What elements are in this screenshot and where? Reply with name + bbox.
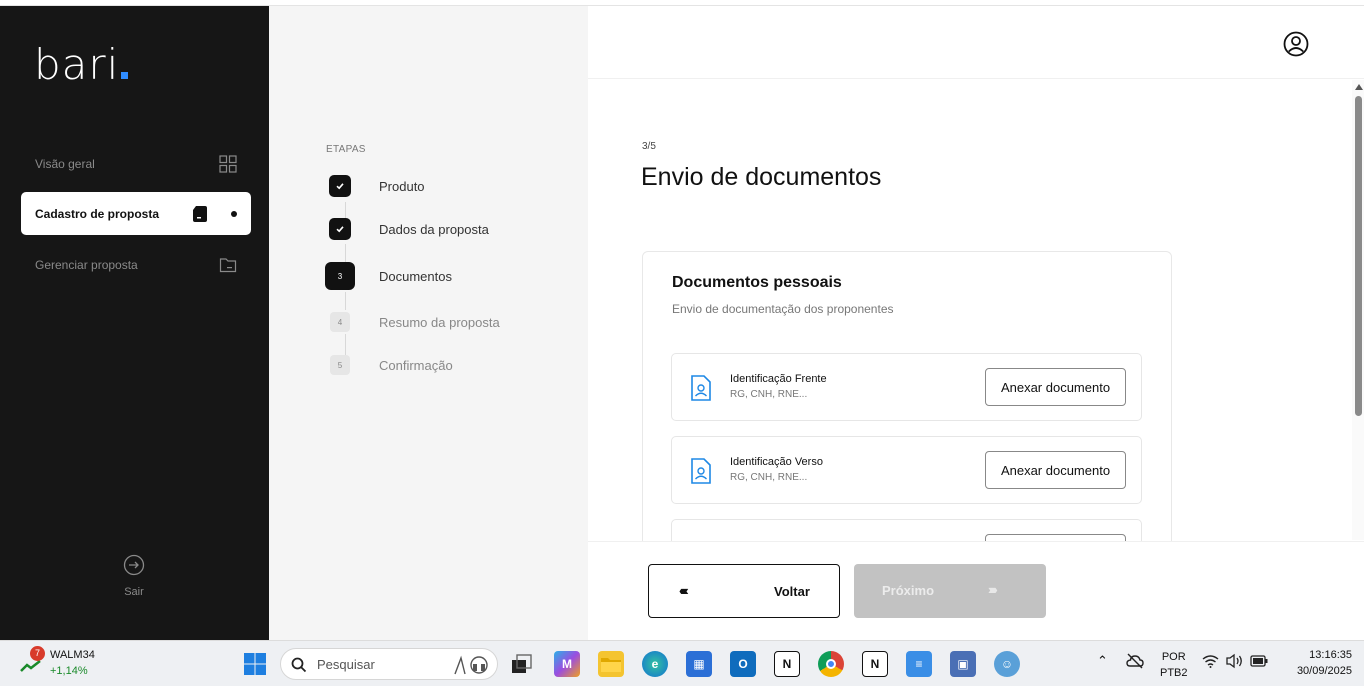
stock-name: WALM34 xyxy=(50,649,95,661)
task-view-icon[interactable] xyxy=(509,651,535,677)
document-hint: RG, CNH, RNE... xyxy=(730,472,808,483)
id-card-icon xyxy=(689,457,713,485)
attach-document-button[interactable]: Anexar documento xyxy=(985,368,1126,406)
edge-browser-icon[interactable]: e xyxy=(642,651,668,677)
document-icon xyxy=(191,205,209,223)
step-label: Confirmação xyxy=(379,357,453,373)
logout-button[interactable]: Sair xyxy=(104,554,164,598)
lang-top: POR xyxy=(1161,651,1186,663)
document-item: Identificação Verso RG, CNH, RNE... Anex… xyxy=(671,436,1142,504)
document-name: Identificação Verso xyxy=(730,456,823,468)
clock-time: 13:16:35 xyxy=(1309,649,1352,661)
clock-date: 30/09/2025 xyxy=(1296,665,1352,677)
active-indicator xyxy=(231,210,237,217)
stock-chart-icon xyxy=(20,660,41,672)
back-button[interactable]: ‹‹‹‹‹ Voltar xyxy=(648,564,840,618)
store-icon[interactable]: ▦ xyxy=(686,651,712,677)
step-number: 3 xyxy=(325,262,355,290)
file-explorer-icon[interactable] xyxy=(598,651,624,677)
documents-card: Documentos pessoais Envio de documentaçã… xyxy=(642,251,1172,551)
app-window: bari Visão geral Cadastro de proposta Ge… xyxy=(0,0,1364,640)
chevrons-right-icon: ››››› xyxy=(988,582,998,597)
brand-logo-dot xyxy=(121,72,129,79)
step-number: 4 xyxy=(330,312,350,332)
step-counter: 3/5 xyxy=(642,141,656,152)
page-title: Envio de documentos xyxy=(641,163,882,191)
brand-logo[interactable]: bari xyxy=(34,40,129,89)
main-header xyxy=(588,6,1364,79)
steps-title: ETAPAS xyxy=(326,144,366,155)
sidebar-item-cadastro-de-proposta[interactable]: Cadastro de proposta xyxy=(21,192,251,235)
step-label: Produto xyxy=(379,178,425,194)
step-label: Documentos xyxy=(379,268,452,284)
check-icon xyxy=(329,175,351,197)
notion-icon[interactable]: N xyxy=(774,651,800,677)
document-name: Identificação Frente xyxy=(730,373,827,385)
step-documentos[interactable]: 3 Documentos xyxy=(325,261,452,291)
notepad-icon[interactable]: ≡ xyxy=(906,651,932,677)
sidebar: bari Visão geral Cadastro de proposta Ge… xyxy=(0,6,269,640)
remote-desktop-icon[interactable]: ▣ xyxy=(950,651,976,677)
folder-icon xyxy=(219,256,237,274)
main-content: 3/5 Envio de documentos Documentos pesso… xyxy=(588,6,1364,640)
id-card-icon xyxy=(689,374,713,402)
outlook-icon[interactable]: O xyxy=(730,651,756,677)
wifi-icon[interactable] xyxy=(1202,654,1219,671)
cloud-off-icon[interactable] xyxy=(1126,653,1144,672)
grid-icon xyxy=(219,154,237,173)
notification-badge: 7 xyxy=(30,646,45,661)
back-button-label: Voltar xyxy=(774,584,810,599)
next-button-label: Próximo xyxy=(882,583,935,598)
user-profile-icon[interactable] xyxy=(1283,31,1309,57)
chevron-up-icon[interactable]: ⌃ xyxy=(1097,653,1108,669)
volume-icon[interactable] xyxy=(1226,653,1244,672)
step-label: Dados da proposta xyxy=(379,221,489,237)
search-icon xyxy=(291,657,307,673)
app-icon[interactable]: ☺ xyxy=(994,651,1020,677)
step-number: 5 xyxy=(330,355,350,375)
search-highlight-icon xyxy=(454,655,488,675)
steps-panel: ETAPAS Produto Dados da proposta 3 Docum… xyxy=(269,6,588,640)
language-indicator[interactable]: POR PTB2 xyxy=(1160,649,1188,681)
chevrons-left-icon: ‹‹‹‹‹ xyxy=(679,583,689,598)
stock-widget[interactable]: 7 WALM34 +1,14% xyxy=(20,646,110,681)
card-subtitle: Envio de documentação dos proponentes xyxy=(672,302,894,316)
step-dados-da-proposta[interactable]: Dados da proposta xyxy=(329,214,489,244)
step-label: Resumo da proposta xyxy=(379,314,500,330)
step-produto[interactable]: Produto xyxy=(329,171,425,201)
brand-logo-text: bari xyxy=(34,40,120,89)
sidebar-item-gerenciar-proposta[interactable]: Gerenciar proposta xyxy=(21,243,251,286)
next-button[interactable]: Próximo ››››› xyxy=(854,564,1046,618)
search-placeholder: Pesquisar xyxy=(317,657,375,672)
battery-icon[interactable] xyxy=(1250,655,1268,670)
system-clock[interactable]: 13:16:35 30/09/2025 xyxy=(1282,647,1352,679)
card-title: Documentos pessoais xyxy=(672,274,842,291)
logout-icon xyxy=(123,554,145,576)
step-resumo-da-proposta: 4 Resumo da proposta xyxy=(329,307,500,337)
sidebar-item-visao-geral[interactable]: Visão geral xyxy=(21,142,251,185)
chrome-icon[interactable] xyxy=(818,651,844,677)
windows-taskbar: 7 WALM34 +1,14% Pesquisar M e ▦ O N N ≡ … xyxy=(0,640,1364,686)
lang-bottom: PTB2 xyxy=(1160,667,1188,679)
scroll-up-icon[interactable] xyxy=(1355,84,1363,90)
check-icon xyxy=(329,218,351,240)
wizard-footer: ‹‹‹‹‹ Voltar Próximo ››››› xyxy=(588,541,1364,640)
sidebar-item-label: Visão geral xyxy=(35,156,95,171)
scroll-thumb[interactable] xyxy=(1355,96,1362,416)
step-confirmacao: 5 Confirmação xyxy=(329,350,453,380)
document-item: Identificação Frente RG, CNH, RNE... Ane… xyxy=(671,353,1142,421)
sidebar-item-label: Gerenciar proposta xyxy=(35,257,138,272)
vertical-scrollbar[interactable] xyxy=(1352,80,1364,540)
microsoft-365-icon[interactable]: M xyxy=(554,651,580,677)
taskbar-search[interactable]: Pesquisar xyxy=(280,648,498,680)
sidebar-item-label: Cadastro de proposta xyxy=(35,206,160,221)
document-hint: RG, CNH, RNE... xyxy=(730,389,808,400)
notion-icon-2[interactable]: N xyxy=(862,651,888,677)
attach-document-button[interactable]: Anexar documento xyxy=(985,451,1126,489)
stock-change: +1,14% xyxy=(50,665,88,677)
logout-label: Sair xyxy=(124,586,144,598)
windows-start-icon[interactable] xyxy=(242,651,268,677)
